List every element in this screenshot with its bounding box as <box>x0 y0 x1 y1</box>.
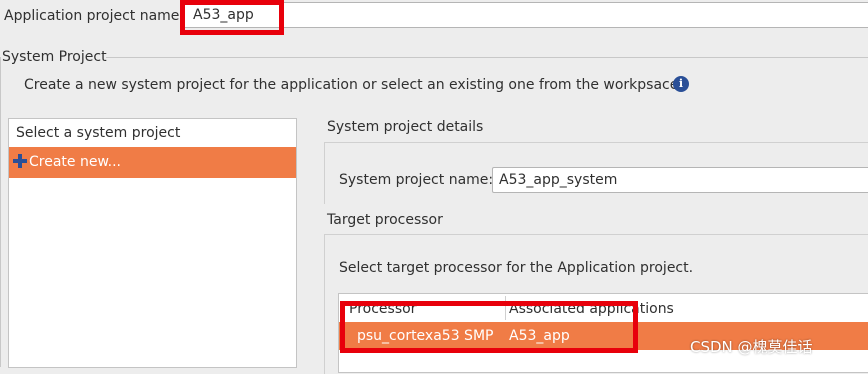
associated-applications-cell: A53_app <box>509 328 570 344</box>
group-border-top <box>106 57 868 58</box>
system-project-name-label: System project name: <box>339 172 494 188</box>
plus-icon <box>12 153 28 169</box>
application-project-name-label: Application project name: <box>4 8 185 24</box>
select-system-project-header: Select a system project <box>16 125 181 141</box>
target-processor-description: Select target processor for the Applicat… <box>339 260 694 276</box>
info-icon[interactable]: i <box>673 76 689 92</box>
system-project-name-input[interactable] <box>493 168 859 192</box>
create-new-label: Create new... <box>29 154 121 170</box>
target-processor-title: Target processor <box>327 212 443 228</box>
watermark: CSDN @槐莫佳话 <box>690 338 813 356</box>
system-project-group-title: System Project <box>2 49 107 65</box>
system-project-description: Create a new system project for the appl… <box>24 77 679 93</box>
processor-table-header: Processor Associated applications <box>339 294 868 322</box>
application-project-name-input[interactable] <box>183 3 493 27</box>
group-border-left <box>0 57 1 367</box>
system-project-name-field[interactable] <box>492 167 868 193</box>
processor-table[interactable]: Processor Associated applications psu_co… <box>338 293 868 373</box>
system-project-list[interactable]: Select a system project Create new... <box>8 118 297 368</box>
processor-cell: psu_cortexa53 SMP <box>357 328 494 344</box>
column-header-associated-applications[interactable]: Associated applications <box>509 300 674 318</box>
create-new-item[interactable]: Create new... <box>9 147 296 178</box>
column-header-processor[interactable]: Processor <box>349 300 416 318</box>
system-project-details-title: System project details <box>327 119 484 135</box>
application-project-name-field[interactable] <box>182 2 868 28</box>
column-divider <box>505 296 506 320</box>
